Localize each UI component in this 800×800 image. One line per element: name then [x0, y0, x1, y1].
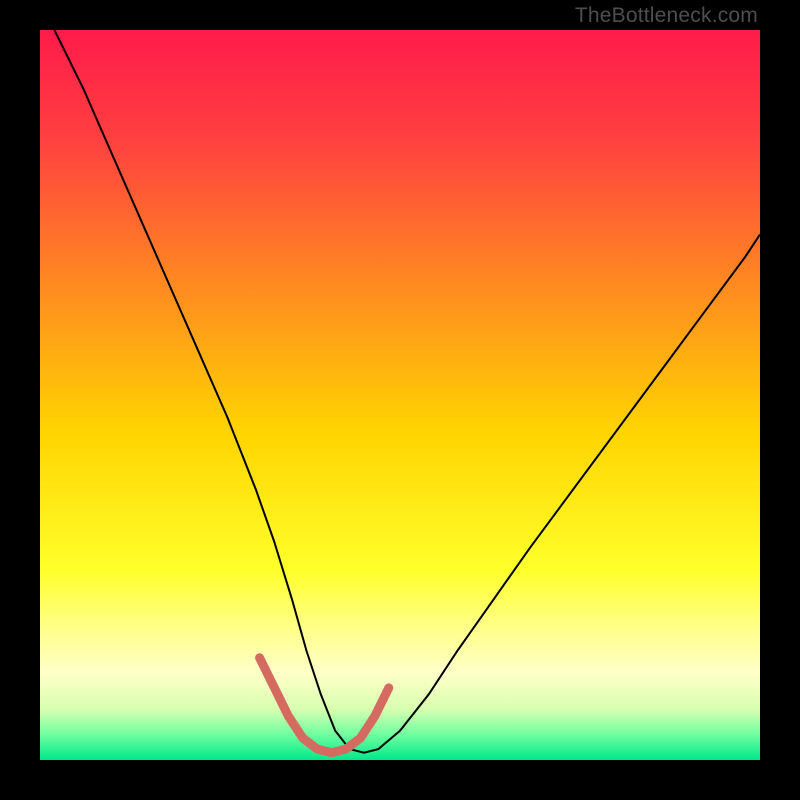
plot-area — [40, 30, 760, 760]
bottleneck-curve — [54, 30, 760, 753]
curve-layer — [40, 30, 760, 760]
chart-frame: TheBottleneck.com — [0, 0, 800, 800]
watermark-label: TheBottleneck.com — [575, 4, 758, 28]
